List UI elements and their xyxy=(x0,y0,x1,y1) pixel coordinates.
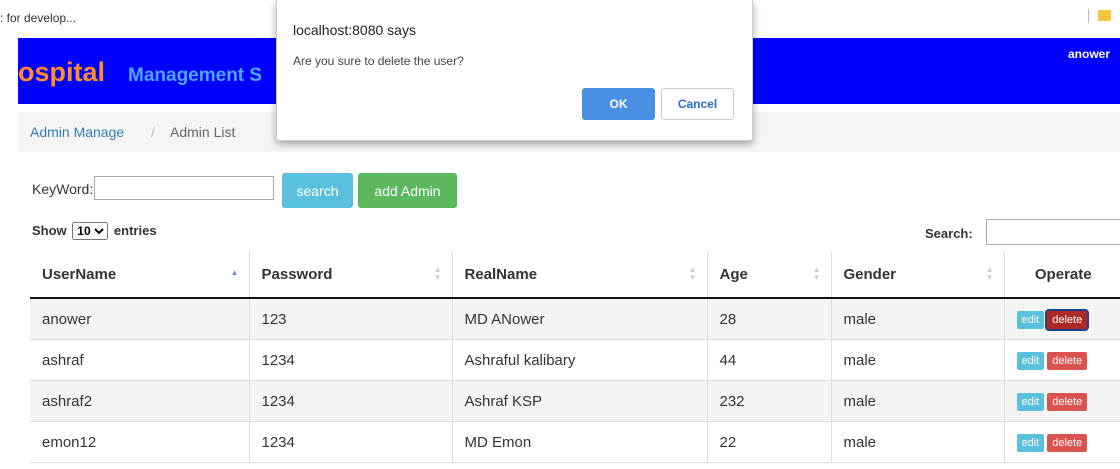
table-row: ashraf2 1234 Ashraf KSP 232 male edit del… xyxy=(30,380,1120,422)
cell-username: ashraf xyxy=(30,339,249,381)
cell-age: 44 xyxy=(706,339,831,381)
edit-button[interactable]: edit xyxy=(1016,392,1045,411)
column-header-operate: Operate xyxy=(1003,252,1120,299)
cell-realname: Ashraful kalibary xyxy=(451,339,707,381)
table-search-label: Search: xyxy=(925,226,973,241)
cell-age: 28 xyxy=(706,298,831,340)
cell-realname: MD Emon xyxy=(451,421,707,463)
edit-button[interactable]: edit xyxy=(1016,310,1045,329)
app-title-hospital: ospital xyxy=(18,57,106,87)
cell-username: anower xyxy=(30,298,249,340)
cell-gender: male xyxy=(830,421,1004,463)
cell-operate: edit delete xyxy=(1003,380,1120,422)
table-header-row: UserName ▲ Password ▲ ▼ RealName ▲ ▼ Age ▲ ▼ Ge… xyxy=(30,252,1120,299)
cancel-button[interactable]: Cancel xyxy=(661,88,734,120)
sort-icon: ▲ ▼ xyxy=(985,265,994,282)
bookmark-divider xyxy=(1088,9,1089,23)
cell-operate: edit delete xyxy=(1003,298,1120,340)
current-user[interactable]: anower xyxy=(1068,47,1110,61)
keyword-input[interactable] xyxy=(94,176,274,200)
cell-operate: edit delete xyxy=(1003,421,1120,463)
column-header-gender[interactable]: Gender ▲ ▼ xyxy=(830,252,1004,299)
cell-gender: male xyxy=(830,339,1004,381)
cell-password: 1234 xyxy=(248,339,452,381)
sort-ascending-icon: ▲ xyxy=(230,268,239,277)
delete-button[interactable]: delete xyxy=(1047,392,1088,411)
sort-icon: ▲ ▼ xyxy=(812,265,821,282)
show-entries: Show 10 entries xyxy=(32,222,157,240)
page-size-select[interactable]: 10 xyxy=(72,222,109,240)
column-header-realname[interactable]: RealName ▲ ▼ xyxy=(451,252,707,299)
cell-realname: MD ANower xyxy=(451,298,707,340)
cell-gender: male xyxy=(830,298,1004,340)
delete-button[interactable]: delete xyxy=(1047,433,1088,452)
table-row: emon12 1234 MD Emon 22 male edit delete xyxy=(30,421,1120,463)
cell-gender: male xyxy=(830,380,1004,422)
show-label: Show xyxy=(32,223,67,238)
column-header-username[interactable]: UserName ▲ xyxy=(30,252,249,299)
add-admin-button[interactable]: add Admin xyxy=(358,173,457,208)
sort-icon: ▲ ▼ xyxy=(433,265,442,282)
breadcrumb-admin-manage[interactable]: Admin Manage xyxy=(30,124,124,140)
cell-operate: edit delete xyxy=(1003,339,1120,381)
confirm-dialog: localhost:8080 says Are you sure to dele… xyxy=(276,0,753,141)
breadcrumb-separator: / xyxy=(151,124,155,140)
bookmark-item[interactable]: : for develop... xyxy=(0,11,76,25)
dialog-message: Are you sure to delete the user? xyxy=(293,54,464,68)
cell-username: emon12 xyxy=(30,421,249,463)
cell-realname: Ashraf KSP xyxy=(451,380,707,422)
dialog-title: localhost:8080 says xyxy=(293,22,416,38)
column-header-age[interactable]: Age ▲ ▼ xyxy=(706,252,831,299)
edit-button[interactable]: edit xyxy=(1016,351,1045,370)
table-row: anower 123 MD ANower 28 male edit delete xyxy=(30,298,1120,340)
edit-button[interactable]: edit xyxy=(1016,433,1045,452)
delete-button[interactable]: delete xyxy=(1047,351,1088,370)
keyword-label: KeyWord: xyxy=(32,181,94,197)
ok-button[interactable]: OK xyxy=(582,88,655,120)
entries-label: entries xyxy=(113,223,157,238)
cell-username: ashraf2 xyxy=(30,380,249,422)
app-title-management: Management S xyxy=(128,65,263,86)
cell-password: 1234 xyxy=(248,380,452,422)
table-search-input[interactable] xyxy=(986,219,1120,245)
admin-table: UserName ▲ Password ▲ ▼ RealName ▲ ▼ Age ▲ ▼ Ge… xyxy=(30,252,1120,463)
delete-button[interactable]: delete xyxy=(1045,308,1090,331)
search-button[interactable]: search xyxy=(282,173,353,208)
folder-icon[interactable] xyxy=(1098,10,1111,21)
cell-age: 232 xyxy=(706,380,831,422)
sort-icon: ▲ ▼ xyxy=(688,265,697,282)
cell-password: 1234 xyxy=(248,421,452,463)
column-header-password[interactable]: Password ▲ ▼ xyxy=(248,252,452,299)
cell-password: 123 xyxy=(248,298,452,340)
breadcrumb-admin-list: Admin List xyxy=(170,124,236,140)
cell-age: 22 xyxy=(706,421,831,463)
table-row: ashraf 1234 Ashraful kalibary 44 male ed… xyxy=(30,339,1120,381)
